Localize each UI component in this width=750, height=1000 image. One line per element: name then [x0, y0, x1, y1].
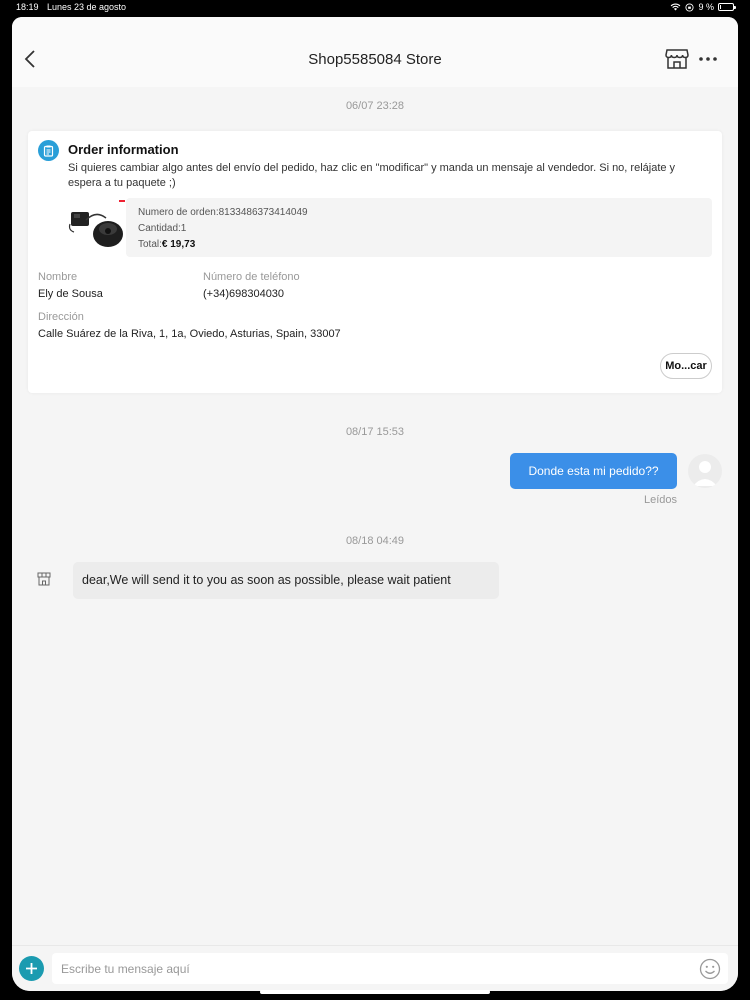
page-title: Shop5585084 Store [308, 51, 442, 68]
message-input-bar [12, 945, 738, 991]
add-attachment-button[interactable] [19, 956, 44, 981]
message-input[interactable] [52, 953, 728, 984]
order-number: Numero de orden:8133486373414049 [138, 207, 308, 218]
name-value: Ely de Sousa [38, 288, 103, 300]
user-avatar [688, 454, 722, 488]
order-summary-box: Numero de orden:8133486373414049 Cantida… [126, 198, 712, 257]
document-icon [38, 140, 59, 161]
wifi-icon [671, 3, 681, 11]
orientation-lock-icon [685, 2, 695, 12]
battery-percent: 9 % [698, 2, 714, 12]
home-indicator[interactable] [260, 990, 490, 994]
store-icon[interactable] [665, 48, 689, 70]
message-timestamp: 08/17 15:53 [345, 426, 405, 438]
name-label: Nombre [38, 271, 78, 283]
store-avatar-icon [37, 572, 51, 586]
order-total: Total:€ 19,73 [138, 239, 195, 250]
modify-order-button[interactable]: Mo...car [660, 353, 712, 379]
incoming-message-bubble[interactable]: dear,We will send it to you as soon as p… [73, 562, 499, 599]
order-info-card: Order information Si quieres cambiar alg… [28, 131, 722, 393]
order-info-description: Si quieres cambiar algo antes del envío … [68, 162, 676, 189]
order-info-title: Order information [68, 142, 179, 157]
status-date: Lunes 23 de agosto [47, 2, 127, 12]
user-silhouette-icon [693, 461, 717, 486]
status-bar: 18:19 Lunes 23 de agosto 9 % [0, 0, 750, 16]
order-total-value: € 19,73 [161, 239, 196, 250]
product-image [68, 200, 125, 247]
phone-value: (+34)698304030 [203, 288, 285, 300]
phone-label: Número de teléfono [203, 271, 300, 283]
battery-icon [718, 3, 736, 11]
chat-screen: Shop5585084 Store 06/07 23:28 Order info… [12, 17, 738, 991]
status-time: 18:19 [16, 2, 39, 12]
emoji-icon[interactable] [699, 958, 721, 980]
address-label: Dirección [38, 311, 84, 323]
address-value: Calle Suárez de la Riva, 1, 1a, Oviedo, … [38, 328, 341, 340]
order-total-label: Total: [138, 239, 162, 250]
message-timestamp: 06/07 23:28 [345, 100, 405, 112]
chat-header: Shop5585084 Store [12, 17, 738, 87]
message-timestamp: 08/18 04:49 [345, 535, 405, 547]
plus-icon [26, 963, 37, 974]
order-quantity: Cantidad:1 [138, 223, 187, 234]
more-horizontal-icon[interactable] [698, 50, 718, 68]
battery-fill [720, 5, 721, 9]
status-right: 9 % [670, 2, 736, 12]
outgoing-message-bubble[interactable]: Donde esta mi pedido?? [510, 453, 677, 489]
read-status: Leídos [643, 494, 677, 506]
